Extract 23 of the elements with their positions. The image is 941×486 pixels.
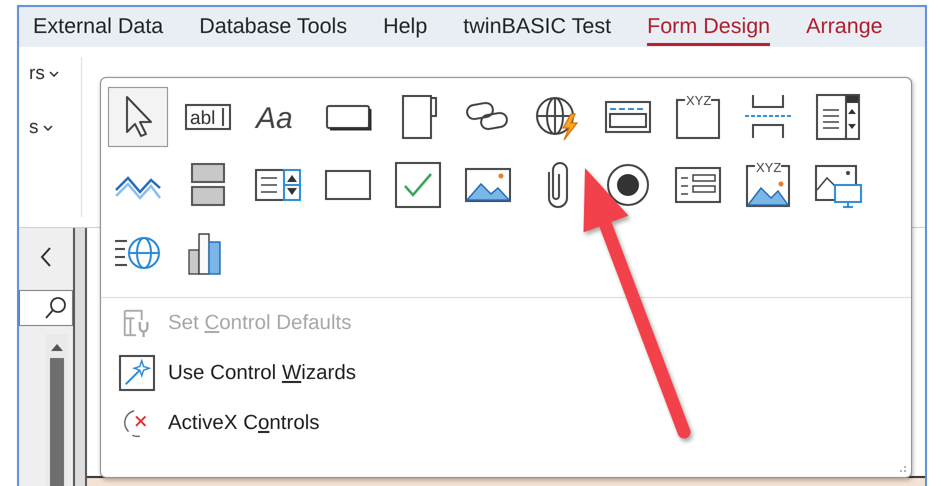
ribbon-tab[interactable]: Arrange [806,8,883,46]
scroll-up-icon[interactable] [50,342,64,352]
chevron-down-icon [48,71,59,77]
scroll-bar[interactable] [46,334,68,486]
chevron-down-icon [42,125,52,131]
ribbon-tab[interactable]: twinBASIC Test [463,8,612,46]
menu-item[interactable]: ActiveX Controls [119,398,320,448]
combo-box-icon [813,92,863,142]
ribbon-dropdown[interactable]: s [19,117,81,139]
collapse-icon[interactable] [39,246,53,268]
resize-grip-icon[interactable] [899,465,907,473]
search-field[interactable] [19,290,73,326]
menu-item[interactable]: Use Control Wizards [119,348,356,398]
control-tool-button[interactable] [108,87,168,147]
ribbon-dropdown[interactable]: rs [19,63,81,85]
ribbon-tab[interactable]: External Data [33,8,164,46]
ribbon-tab[interactable]: Database Tools [199,8,348,46]
checkbox-icon [393,160,443,210]
splitter-bar[interactable] [73,228,87,486]
search-icon [44,296,68,320]
paperclip-icon [547,162,569,208]
ribbon-tab[interactable]: Help [383,8,428,46]
ribbon-tab[interactable]: Form Design [647,8,770,46]
